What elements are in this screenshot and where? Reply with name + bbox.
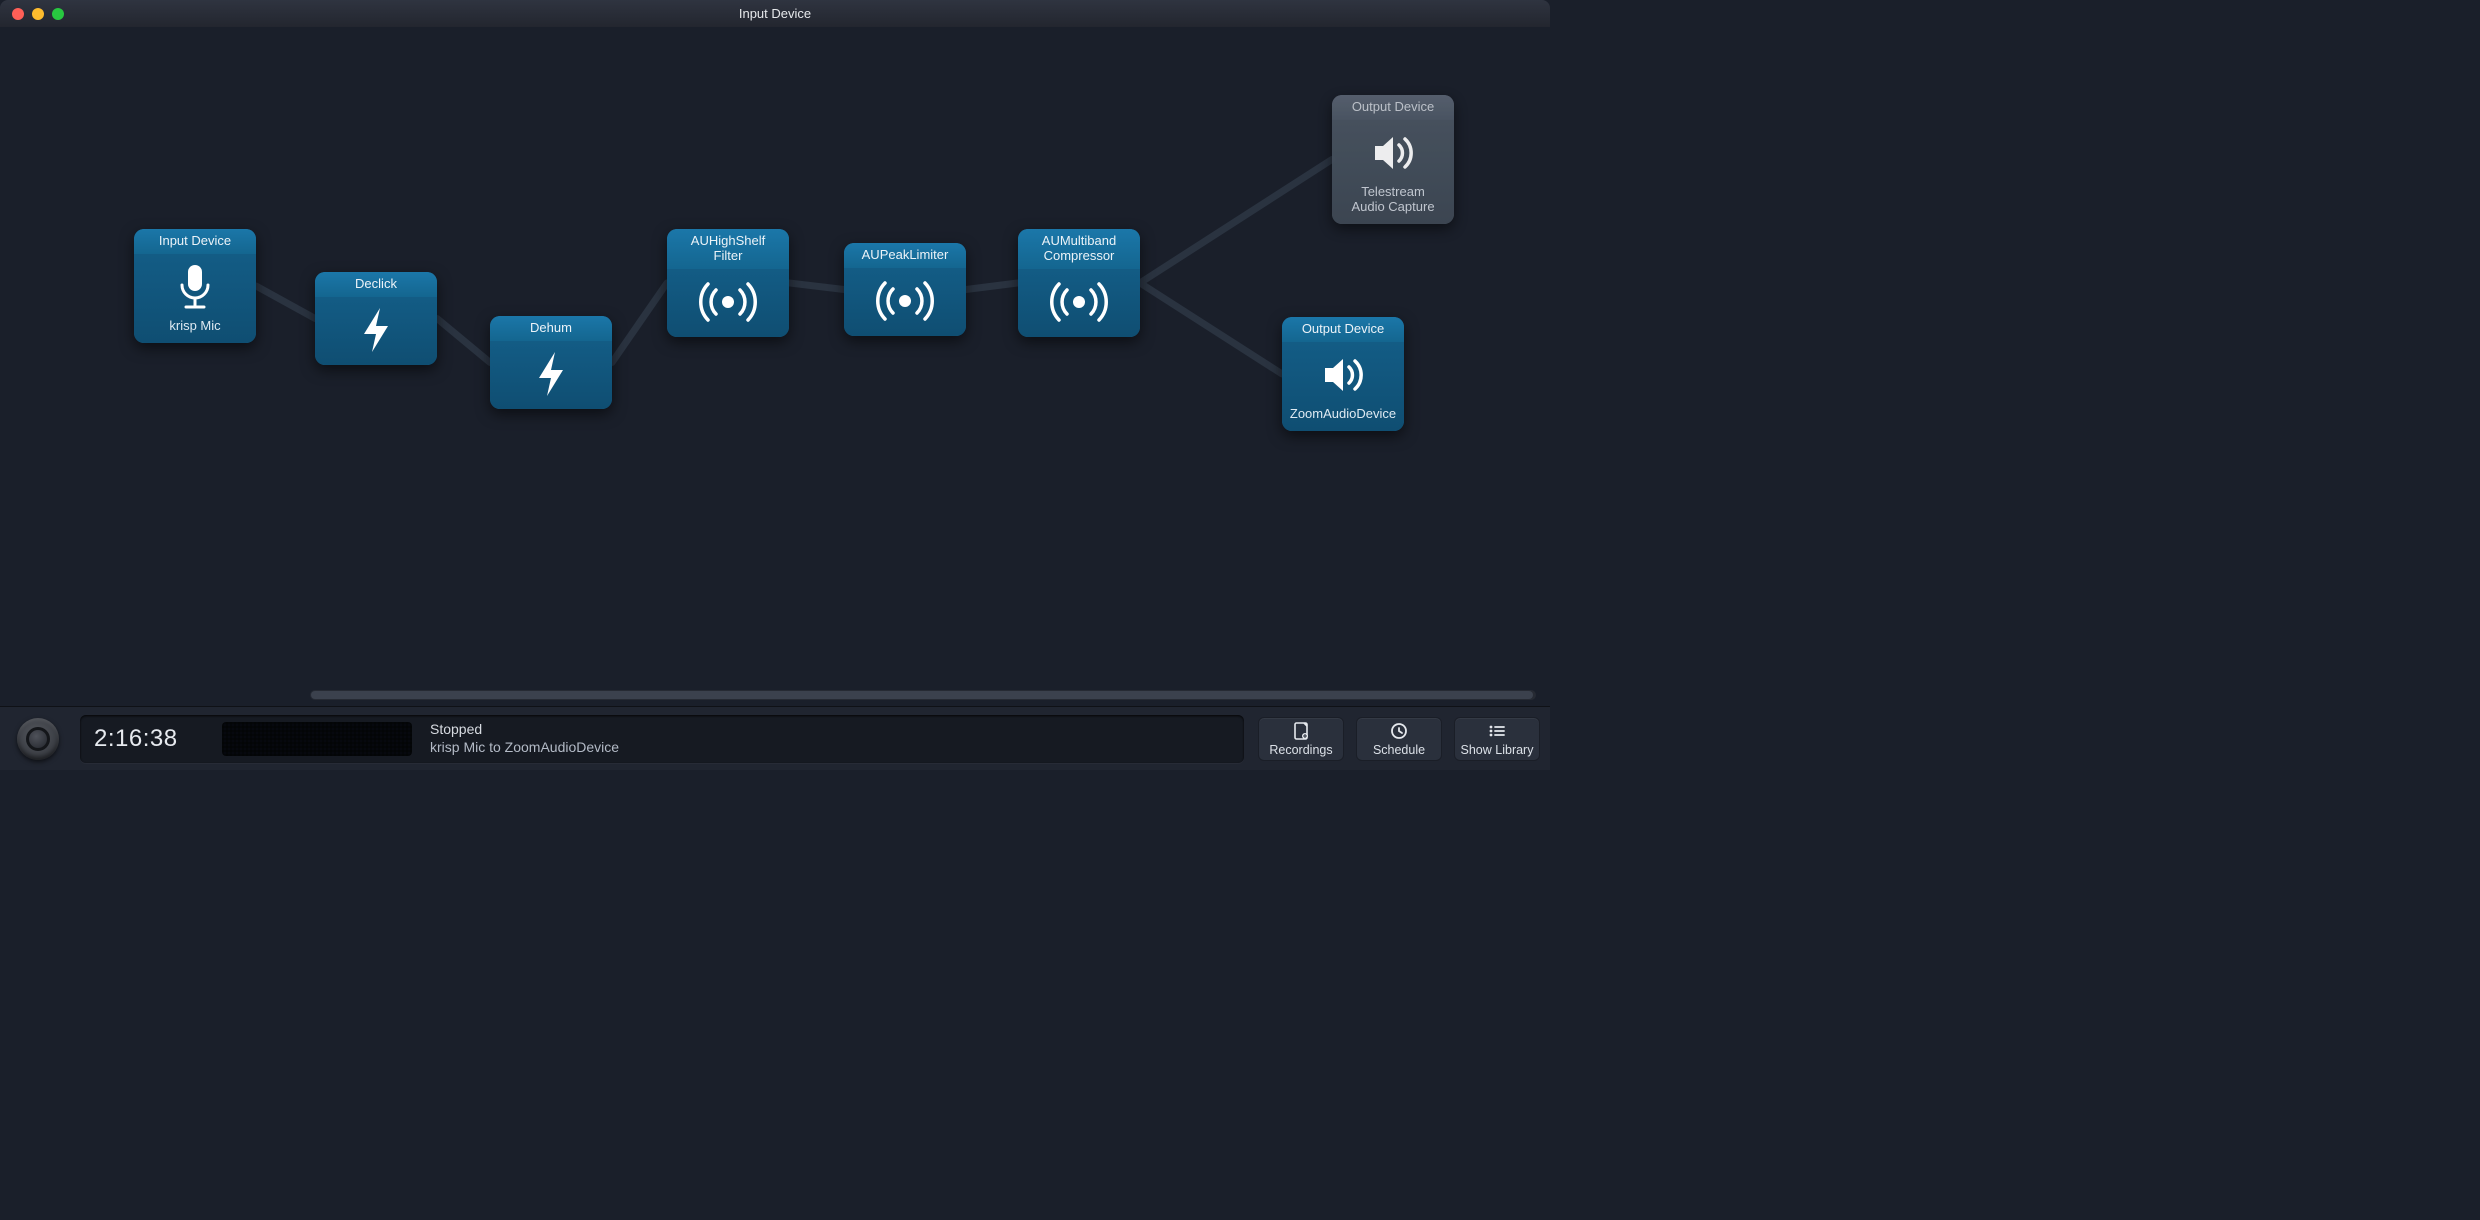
- pipeline-canvas[interactable]: Input Device krisp Mic Declick Dehum AUHighS…: [0, 27, 1550, 706]
- schedule-button[interactable]: Schedule: [1356, 717, 1442, 761]
- node-title: Declick: [315, 272, 437, 297]
- node-title: Input Device: [134, 229, 256, 254]
- app-window: Input Device Input Device krisp Mic Declic…: [0, 0, 1550, 770]
- speaker-icon: [1313, 350, 1373, 400]
- titlebar[interactable]: Input Device: [0, 0, 1550, 27]
- status-text: Stopped krisp Mic to ZoomAudioDevice: [430, 721, 619, 756]
- record-button[interactable]: [17, 718, 59, 760]
- window-title: Input Device: [0, 6, 1550, 21]
- waves-icon: [698, 277, 758, 327]
- recordings-button[interactable]: Recordings: [1258, 717, 1344, 761]
- node-peak[interactable]: AUPeakLimiter: [844, 243, 966, 336]
- node-declick[interactable]: Declick: [315, 272, 437, 365]
- list-icon: [1487, 722, 1507, 740]
- speaker-icon: [1363, 128, 1423, 178]
- node-subtitle: ZoomAudioDevice: [1288, 406, 1398, 421]
- node-title: Output Device: [1332, 95, 1454, 120]
- waves-icon: [1049, 277, 1109, 327]
- footer-button-label: Schedule: [1361, 743, 1437, 757]
- node-hishelf[interactable]: AUHighShelf Filter: [667, 229, 789, 337]
- node-body: [844, 268, 966, 336]
- footer-button-label: Show Library: [1459, 743, 1535, 757]
- node-title: AUHighShelf Filter: [667, 229, 789, 269]
- node-out2[interactable]: Output Device ZoomAudioDevice: [1282, 317, 1404, 431]
- doc-file-icon: [1291, 722, 1311, 740]
- node-body: [490, 341, 612, 409]
- node-body: ZoomAudioDevice: [1282, 342, 1404, 431]
- footer-button-label: Recordings: [1263, 743, 1339, 757]
- bolt-icon: [346, 305, 406, 355]
- node-title: Output Device: [1282, 317, 1404, 342]
- node-input[interactable]: Input Device krisp Mic: [134, 229, 256, 343]
- footer-actions: Recordings Schedule Show Library: [1258, 717, 1540, 761]
- node-title: AUMultiband Compressor: [1018, 229, 1140, 269]
- node-out1[interactable]: Output Device Telestream Audio Capture: [1332, 95, 1454, 224]
- status-panel: 2:16:38 Stopped krisp Mic to ZoomAudioDe…: [80, 715, 1244, 763]
- speaker-grille-icon: [222, 722, 412, 756]
- node-body: [667, 269, 789, 337]
- node-title: AUPeakLimiter: [844, 243, 966, 268]
- node-dehum[interactable]: Dehum: [490, 316, 612, 409]
- status-line-2: krisp Mic to ZoomAudioDevice: [430, 739, 619, 757]
- scrollbar-thumb[interactable]: [311, 691, 1533, 699]
- waves-icon: [875, 276, 935, 326]
- horizontal-scrollbar[interactable]: [310, 690, 1536, 700]
- node-body: [315, 297, 437, 365]
- node-body: [1018, 269, 1140, 337]
- node-subtitle: krisp Mic: [140, 318, 250, 333]
- clock-icon: [1389, 722, 1409, 740]
- node-multi[interactable]: AUMultiband Compressor: [1018, 229, 1140, 337]
- bolt-icon: [521, 349, 581, 399]
- timecode: 2:16:38: [94, 725, 204, 753]
- node-body: krisp Mic: [134, 254, 256, 343]
- node-title: Dehum: [490, 316, 612, 341]
- showlibrary-button[interactable]: Show Library: [1454, 717, 1540, 761]
- status-line-1: Stopped: [430, 721, 619, 739]
- node-body: Telestream Audio Capture: [1332, 120, 1454, 224]
- footer-bar: 2:16:38 Stopped krisp Mic to ZoomAudioDe…: [0, 706, 1550, 770]
- node-subtitle: Telestream Audio Capture: [1338, 184, 1448, 214]
- mic-icon: [165, 262, 225, 312]
